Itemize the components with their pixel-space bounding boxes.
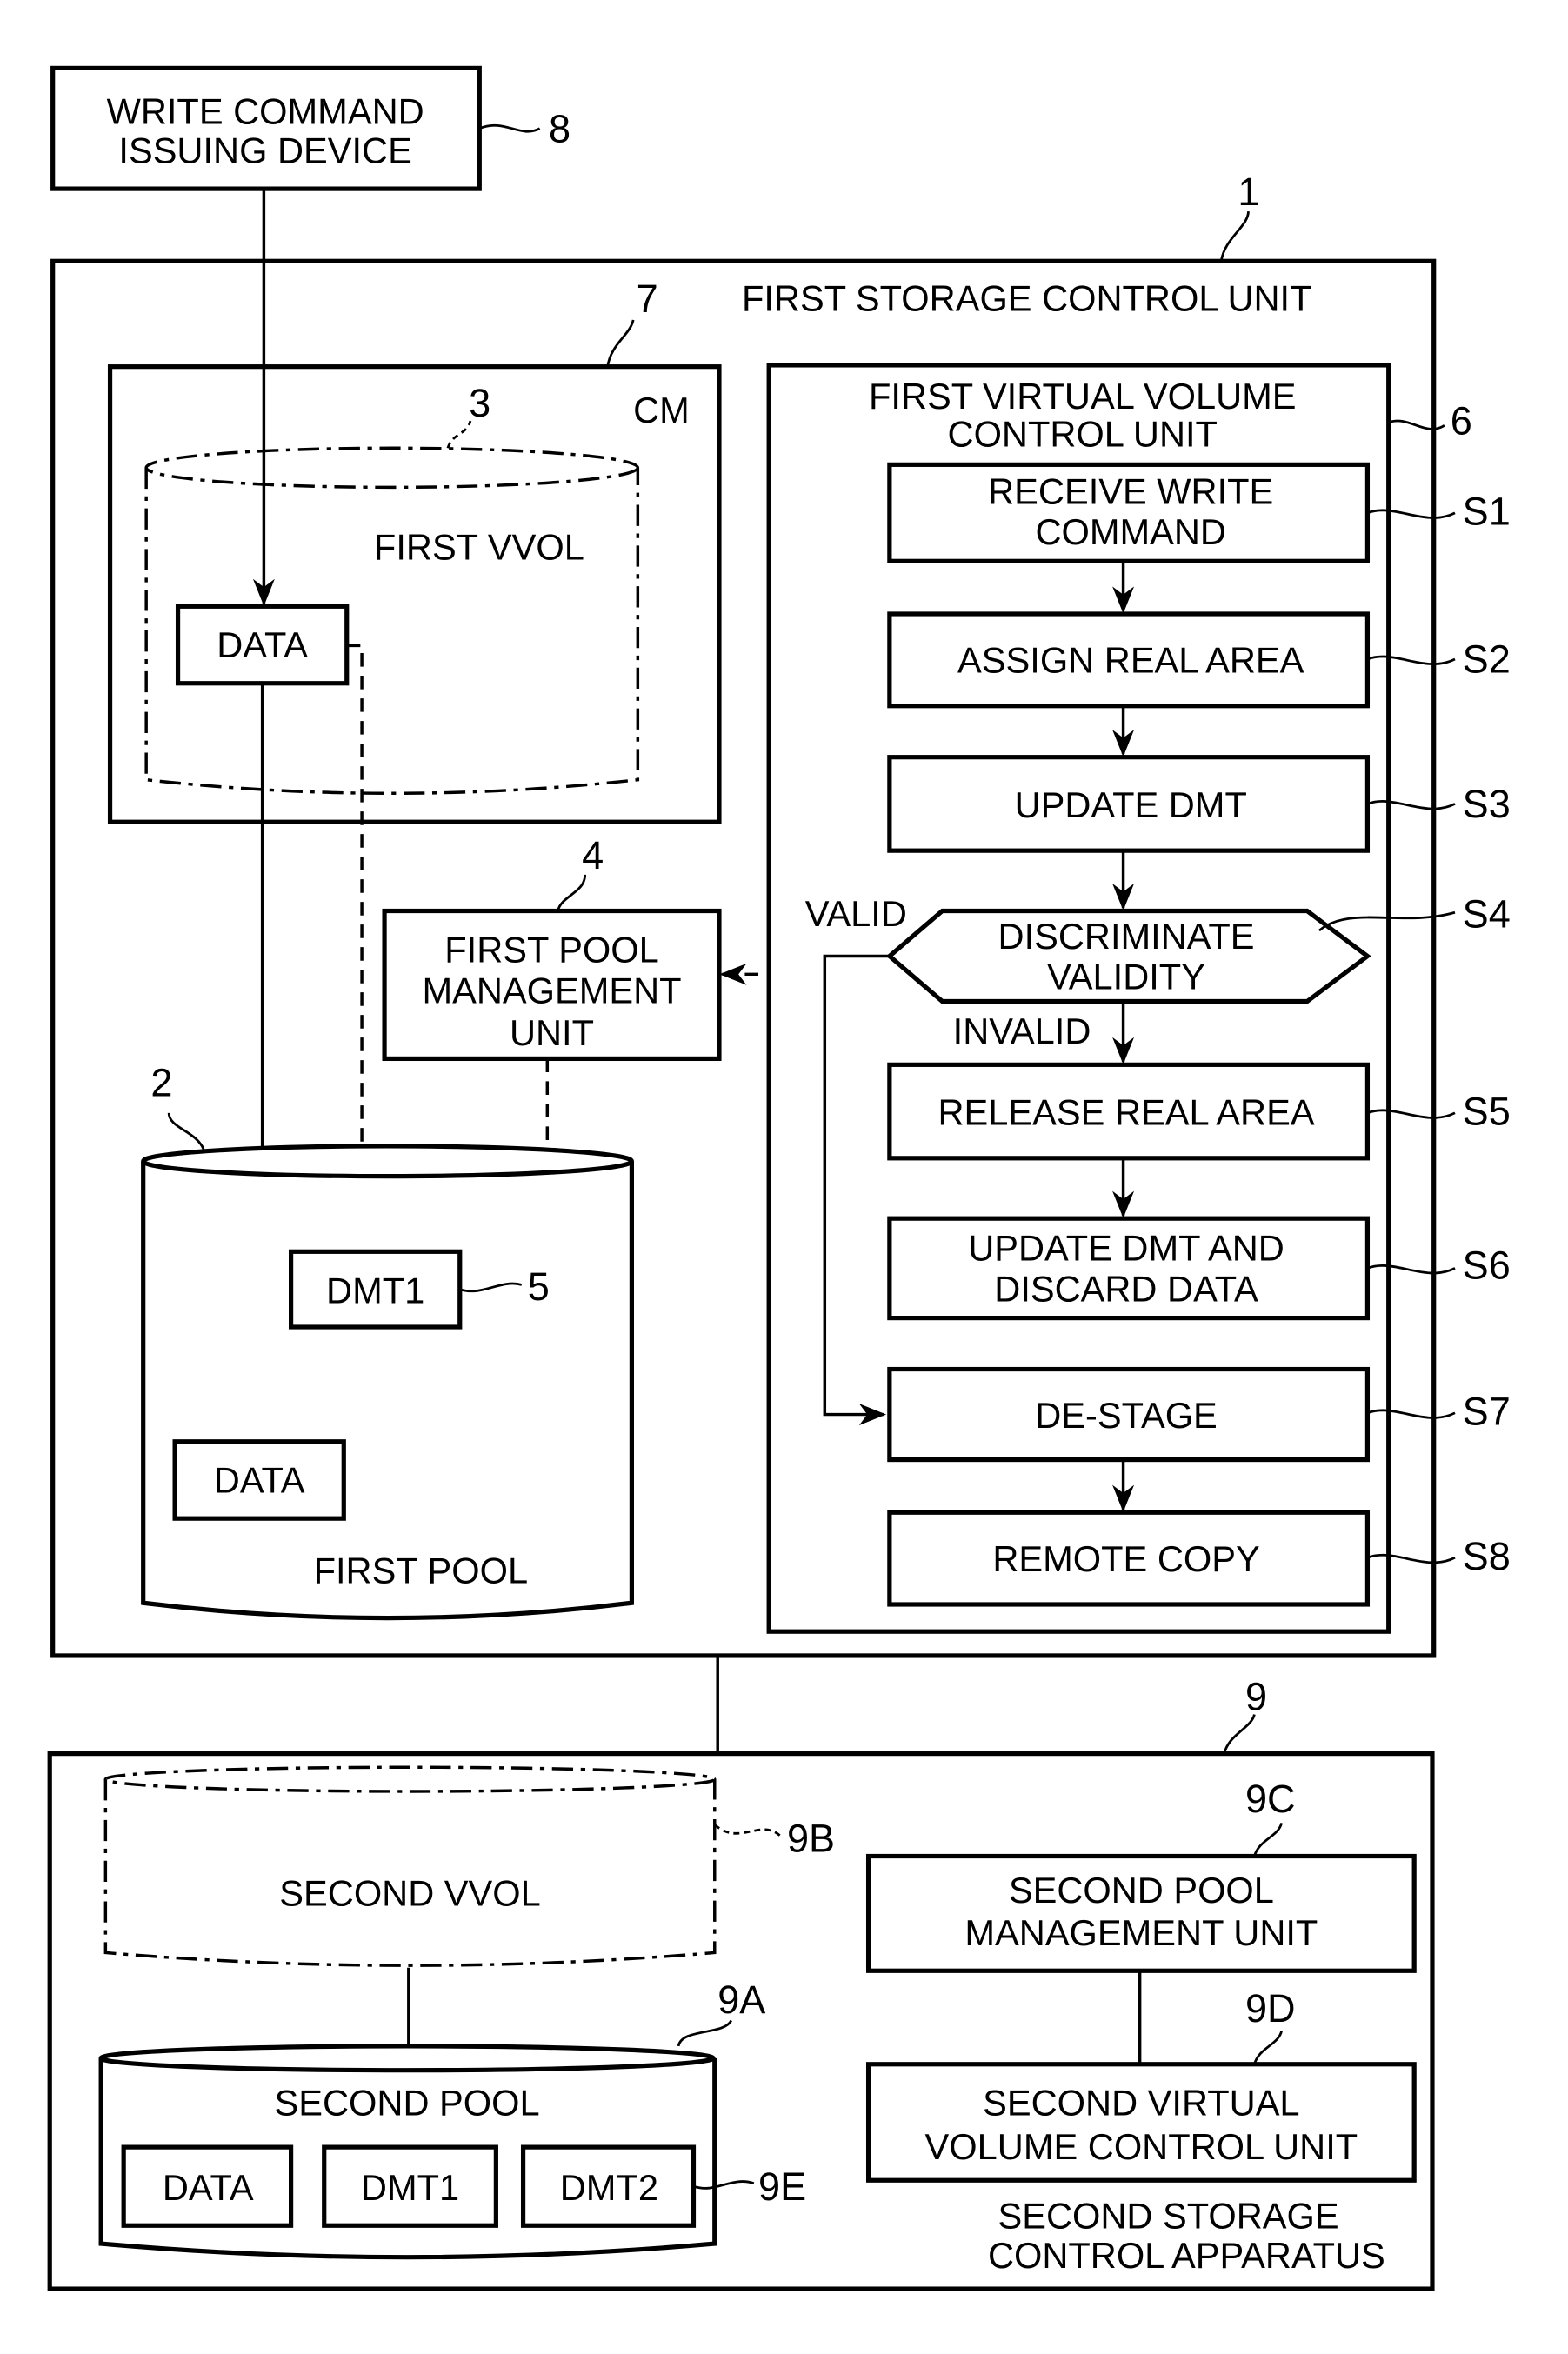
step-s6-line2: DISCARD DATA bbox=[994, 1269, 1258, 1310]
first-pool-dmt1-label: DMT1 bbox=[326, 1270, 424, 1310]
valid-label: VALID bbox=[805, 893, 907, 934]
step-s7-line1: DE-STAGE bbox=[1035, 1395, 1218, 1436]
ref-3: 3 bbox=[469, 381, 490, 425]
step-s2-line1: ASSIGN REAL AREA bbox=[957, 640, 1304, 681]
ref-5: 5 bbox=[528, 1264, 550, 1309]
step-s3-line1: UPDATE DMT bbox=[1015, 784, 1247, 825]
step-s5-line1: RELEASE REAL AREA bbox=[938, 1092, 1315, 1133]
invalid-label: INVALID bbox=[953, 1010, 1091, 1051]
first-vvol-label: FIRST VVOL bbox=[374, 527, 584, 568]
first-pool-mgmt-line1: FIRST POOL bbox=[444, 929, 659, 970]
first-pool-mgmt-line2: MANAGEMENT bbox=[422, 970, 681, 1010]
step-s6-line1: UPDATE DMT AND bbox=[968, 1228, 1284, 1269]
step-s1-line1: RECEIVE WRITE bbox=[988, 470, 1273, 511]
write-command-issuing-device: WRITE COMMAND ISSUING DEVICE 8 bbox=[50, 65, 570, 191]
second-pool-label: SECOND POOL bbox=[275, 2083, 540, 2124]
ref-4: 4 bbox=[582, 833, 604, 877]
first-pool-mgmt-line3: UNIT bbox=[510, 1012, 594, 1053]
step-s7-id: S7 bbox=[1463, 1390, 1511, 1434]
ref-9: 9 bbox=[1245, 1674, 1267, 1718]
first-vvol-data-label: DATA bbox=[217, 624, 308, 665]
ref-7: 7 bbox=[637, 277, 658, 321]
second-apparatus-line2: CONTROL APPARATUS bbox=[988, 2235, 1385, 2276]
step-s8-line1: REMOTE COPY bbox=[992, 1538, 1259, 1579]
ref-8: 8 bbox=[549, 106, 570, 150]
second-pool-mgmt-line2: MANAGEMENT UNIT bbox=[964, 1912, 1318, 1953]
step-s8-id: S8 bbox=[1463, 1534, 1511, 1578]
step-s2-id: S2 bbox=[1463, 637, 1511, 682]
ref-2: 2 bbox=[150, 1061, 172, 1105]
step-s4-line1: DISCRIMINATE bbox=[998, 916, 1255, 957]
step-s5-id: S5 bbox=[1463, 1090, 1511, 1134]
step-s6-id: S6 bbox=[1463, 1244, 1511, 1288]
ref-9d: 9D bbox=[1245, 1986, 1296, 2031]
step-s3-id: S3 bbox=[1463, 782, 1511, 826]
step-s4-line2: VALIDITY bbox=[1047, 957, 1205, 997]
second-pool-dmt2-label: DMT2 bbox=[560, 2167, 658, 2208]
ref-6: 6 bbox=[1451, 399, 1472, 443]
step-s4-id: S4 bbox=[1463, 892, 1511, 937]
first-pool-data-label: DATA bbox=[214, 1460, 305, 1501]
ref-9a: 9A bbox=[717, 1977, 765, 2022]
second-vvcu-line2: VOLUME CONTROL UNIT bbox=[925, 2126, 1358, 2167]
storage-system-diagram: WRITE COMMAND ISSUING DEVICE 8 FIRST STO… bbox=[47, 65, 1511, 2291]
first-storage-control-unit-label: FIRST STORAGE CONTROL UNIT bbox=[742, 278, 1312, 319]
first-vvcu-line2: CONTROL UNIT bbox=[948, 414, 1218, 455]
ref-9b: 9B bbox=[787, 1816, 835, 1860]
second-apparatus-line1: SECOND STORAGE bbox=[998, 2196, 1339, 2237]
ref-9c: 9C bbox=[1245, 1777, 1296, 1821]
second-vvcu-line1: SECOND VIRTUAL bbox=[983, 2083, 1299, 2124]
write-command-line2: ISSUING DEVICE bbox=[118, 130, 411, 171]
second-pool-dmt1-label: DMT1 bbox=[361, 2167, 459, 2208]
step-s1-line2: COMMAND bbox=[1035, 511, 1226, 552]
ref-9e: 9E bbox=[758, 2164, 806, 2209]
first-pool-label: FIRST POOL bbox=[314, 1550, 529, 1591]
step-s1-id: S1 bbox=[1463, 490, 1511, 534]
write-command-line1: WRITE COMMAND bbox=[107, 91, 424, 132]
second-pool-mgmt-line1: SECOND POOL bbox=[1009, 1870, 1274, 1911]
first-vvcu-line1: FIRST VIRTUAL VOLUME bbox=[869, 376, 1297, 417]
cm-label: CM bbox=[633, 390, 690, 430]
second-pool-data-label: DATA bbox=[163, 2167, 254, 2208]
ref-1: 1 bbox=[1238, 170, 1259, 214]
second-vvol-label: SECOND VVOL bbox=[279, 1873, 540, 1914]
